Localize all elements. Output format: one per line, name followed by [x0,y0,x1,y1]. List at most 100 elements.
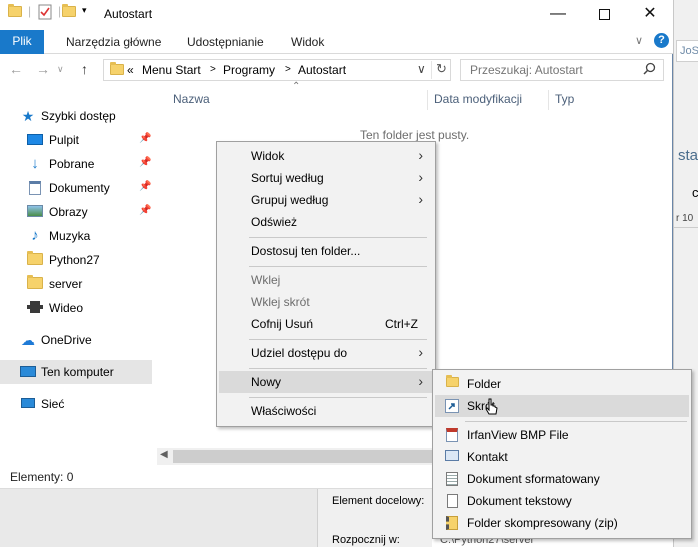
new-item-shortcut[interactable]: Skrót [435,395,689,417]
new-item-zip-folder[interactable]: Folder skompresowany (zip) [435,512,689,534]
pin-icon[interactable]: 📌 [139,133,151,144]
target-label: Element docelowy: [332,495,425,507]
address-dropdown-icon[interactable]: ∨ [417,62,426,76]
column-header-type[interactable]: Typ [555,92,574,106]
column-header-name[interactable]: Nazwa [173,92,210,106]
title-bar[interactable]: | | ▾ Autostart — ✕ [0,0,673,30]
address-folder-icon [110,62,124,78]
new-folder-icon[interactable] [62,4,76,22]
column-divider[interactable] [548,90,549,110]
network-icon [20,397,36,411]
ribbon-tabs: Plik Narzędzia główne Udostępnianie Wido… [0,30,673,54]
sidebar-item-label: Wideo [49,301,84,315]
submenu-arrow-icon: › [418,373,423,389]
desktop-icon [27,133,43,147]
back-arrow-icon[interactable]: ← [9,61,23,77]
menu-item-give-access[interactable]: Udziel dostępu do › [219,342,433,364]
computer-icon [20,365,36,379]
sidebar-item-label: Pulpit [49,133,80,147]
sidebar-item-onedrive[interactable]: ☁ OneDrive [0,328,152,352]
bmp-file-icon [445,428,459,442]
background-divider [674,227,698,228]
new-item-contact[interactable]: Kontakt [435,446,689,468]
sidebar-item-label: Pobrane [49,157,95,171]
menu-item-view[interactable]: Widok › [219,145,433,167]
start-in-label: Rozpocznij w: [332,534,400,546]
menu-separator [249,237,427,238]
search-icon[interactable] [643,62,656,78]
tab-file[interactable]: Plik [0,30,44,54]
breadcrumb-autostart[interactable]: Autostart [298,63,346,77]
help-icon[interactable]: ? [654,33,669,48]
menu-item-undo-delete[interactable]: Cofnij Usuń Ctrl+Z [219,313,433,335]
menu-item-sort-by[interactable]: Sortuj według › [219,167,433,189]
menu-separator [249,397,427,398]
cloud-icon: ☁ [21,332,35,348]
sidebar-item-desktop[interactable]: Pulpit 📌 [0,128,152,152]
address-overflow[interactable]: « [127,63,134,77]
search-input[interactable] [461,60,636,80]
expand-ribbon-chevron-icon[interactable]: ∨ [635,34,643,47]
breadcrumb-menu-start[interactable]: Menu Start [142,63,201,77]
submenu-arrow-icon: › [418,169,423,185]
close-button[interactable]: ✕ [627,0,673,30]
navigation-pane: ★ Szybki dostęp Pulpit 📌 ↓ Pobrane 📌 Dok… [0,87,157,463]
new-item-folder[interactable]: Folder [435,373,689,395]
breadcrumb-programy[interactable]: Programy [223,63,275,77]
pin-icon[interactable]: 📌 [139,205,151,216]
new-submenu: Folder Skrót IrfanView BMP File Kontakt … [432,369,692,539]
sidebar-item-server[interactable]: server [0,272,152,296]
breadcrumb-separator-icon[interactable]: > [285,64,291,75]
menu-separator [465,421,687,422]
tab-share[interactable]: Udostępnianie [187,35,264,49]
menu-item-properties[interactable]: Właściwości [219,400,433,422]
sidebar-item-pictures[interactable]: Obrazy 📌 [0,200,152,224]
minimize-button[interactable]: — [535,0,581,30]
download-icon: ↓ [31,155,39,172]
forward-arrow-icon[interactable]: → [36,61,50,77]
breadcrumb-separator-icon[interactable]: > [210,64,216,75]
scrollbar-thumb[interactable] [173,450,433,463]
scroll-left-arrow-icon[interactable]: ◀ [160,449,168,460]
separator-icon: | [58,4,62,18]
sidebar-item-label: Python27 [49,253,100,267]
column-divider[interactable] [427,90,428,110]
up-arrow-icon[interactable]: ↑ [81,61,88,77]
navigation-bar: ← → ∨ ↑ « Menu Start > Programy > Autost… [0,55,673,85]
new-item-irfanview-bmp[interactable]: IrfanView BMP File [435,424,689,446]
documents-icon [27,181,43,195]
menu-separator [249,339,427,340]
sidebar-item-this-pc[interactable]: Ten komputer [0,360,152,384]
sidebar-item-python27[interactable]: Python27 [0,248,152,272]
background-title: stały [678,147,698,164]
sidebar-item-network[interactable]: Sieć [0,392,152,416]
menu-item-group-by[interactable]: Grupuj według › [219,189,433,211]
background-tab[interactable]: JoSC [676,40,698,62]
sidebar-item-music[interactable]: ♪ Muzyka [0,224,152,248]
maximize-button[interactable] [581,0,627,30]
menu-item-customize-folder[interactable]: Dostosuj ten folder... [219,240,433,262]
sidebar-item-video[interactable]: Wideo [0,296,152,320]
sidebar-item-downloads[interactable]: ↓ Pobrane 📌 [0,152,152,176]
menu-separator [249,266,427,267]
sidebar-item-quick-access[interactable]: ★ Szybki dostęp [0,104,152,128]
folder-icon [27,275,43,291]
rich-document-icon [445,472,459,486]
tab-home[interactable]: Narzędzia główne [66,35,161,49]
sidebar-item-documents[interactable]: Dokumenty 📌 [0,176,152,200]
menu-item-new[interactable]: Nowy › [219,371,433,393]
pin-icon[interactable]: 📌 [139,157,151,168]
tab-view[interactable]: Widok [291,35,324,49]
recent-locations-chevron-icon[interactable]: ∨ [57,64,64,75]
new-item-rich-document[interactable]: Dokument sformatowany [435,468,689,490]
folder-icon [27,251,43,267]
refresh-icon[interactable]: ↻ [431,61,451,79]
menu-item-refresh[interactable]: Odśwież [219,211,433,233]
new-item-text-document[interactable]: Dokument tekstowy [435,490,689,512]
column-header-date-modified[interactable]: Data modyfikacji [434,92,522,106]
customize-toolbar-icon[interactable]: ▾ [82,5,87,21]
search-box[interactable] [460,59,664,81]
pin-icon[interactable]: 📌 [139,181,151,192]
properties-icon[interactable] [38,4,52,20]
address-bar[interactable]: « Menu Start > Programy > Autostart ∨ ↻ [103,59,451,81]
